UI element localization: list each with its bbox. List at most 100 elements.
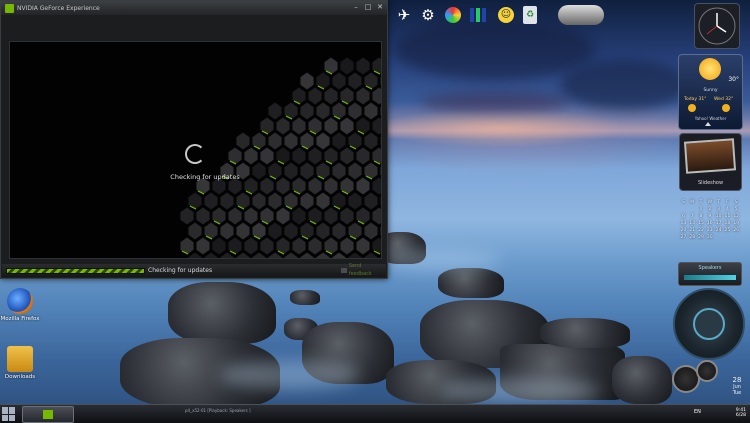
calendar-day[interactable]: 12 [732,213,741,220]
maximize-button[interactable]: □ [363,3,373,12]
progress-bar [6,268,145,274]
taskbar-nvidia-button[interactable] [22,406,74,423]
calendar-day[interactable]: 4 [723,206,732,213]
calendar-header: SMTWTFS [679,199,741,206]
weather-gadget[interactable]: 30° Sunny Today 31° Wed 32° Yahoo! Weath… [678,54,743,130]
calendar-day[interactable]: 26 [732,227,741,234]
calendar-day[interactable]: 5 [732,206,741,213]
calendar-day[interactable]: 22 [697,227,706,234]
calendar-day[interactable]: 2 [705,206,714,213]
start-button[interactable] [2,407,16,421]
media-icon[interactable] [441,3,465,27]
window-title: NVIDIA GeForce Experience [17,4,100,12]
calendar-day[interactable]: 28 [688,234,697,241]
slideshow-image [683,138,737,174]
calendar-day[interactable]: 11 [723,213,732,220]
remote-icon[interactable] [556,3,606,27]
minimize-button[interactable]: – [351,3,361,12]
weather-temperature: 30° [728,76,739,83]
calendar-day[interactable]: 3 [714,206,723,213]
chart-icon[interactable] [466,3,490,27]
calendar-weekday-header: T [699,200,703,205]
calendar-day[interactable]: 29 [697,234,706,241]
loading-spinner-icon [185,144,205,164]
date-weekday: Tue [732,390,742,396]
feedback-icon [341,267,347,273]
date-day: 28 [732,376,742,384]
calendar-day[interactable]: 9 [705,213,714,220]
title-bar[interactable]: NVIDIA GeForce Experience – □ ✕ [1,1,387,15]
airplane-icon[interactable]: ✈ [392,3,416,27]
smiley-icon[interactable]: ☺ [494,3,518,27]
calendar-weekday-header: M [690,200,695,205]
desktop-icon-label: Mozilla Firefox [0,316,40,322]
date-gadget: 28 Jun Tue [727,376,747,396]
status-message: Checking for updates [170,173,240,181]
calendar-day[interactable]: 18 [723,220,732,227]
forecast-day-2: Wed 32° [714,97,734,102]
calendar-weekday-header: F [726,200,729,205]
calendar-day[interactable]: 30 [705,234,714,241]
calendar-day[interactable]: 15 [697,220,706,227]
calendar-body: 1 2 3 4 5 6 7 8 9 10 11 12 13 14 15 16 17 18 19 20 21 22 23 24 2… [679,206,741,241]
radar-gadget[interactable] [673,288,745,360]
calendar-day[interactable]: 8 [697,213,706,220]
forecast-sun-icon [722,104,730,112]
forecast-day-1: Today 31° [684,97,707,102]
nvidia-logo-icon [5,3,14,13]
calendar-day[interactable]: 6 [679,213,688,220]
calendar-day [679,206,688,213]
calendar-gadget[interactable]: SMTWTFS 1 2 3 4 5 6 7 8 9 10 11 12 13 14 15 16 17 18 19 20 2… [679,199,741,249]
speakers-gadget[interactable]: Speakers [678,262,742,286]
calendar-day[interactable]: 19 [732,220,741,227]
calendar-day[interactable]: 21 [688,227,697,234]
cpu-gauge-icon[interactable] [696,360,718,382]
calendar-weekday-header: W [707,200,713,205]
calendar-day[interactable]: 25 [723,227,732,234]
calendar-day[interactable]: 7 [688,213,697,220]
taskbar-media-info: p4_x52-01 [Playback: Speakers ] [185,408,251,413]
clock-gadget[interactable] [694,3,740,49]
calendar-day [723,234,732,241]
calendar-day[interactable]: 27 [679,234,688,241]
calendar-day[interactable]: 16 [705,220,714,227]
slideshow-label: Slideshow [697,180,724,186]
speakers-label: Speakers [698,265,722,271]
calendar-day[interactable]: 23 [705,227,714,234]
calendar-week-row: 13 14 15 16 17 18 19 [679,220,741,227]
tools-icon[interactable]: ⚙ [416,3,440,27]
send-feedback-label: Send feedback [348,263,372,277]
weather-condition: Sunny [703,88,718,93]
gadget-expand-icon[interactable] [705,122,711,126]
language-indicator[interactable]: EN [694,409,701,415]
nvidia-logo-icon [43,410,53,419]
slideshow-gadget[interactable]: Slideshow [679,133,742,191]
desktop-icon-label: Downloads [4,374,36,380]
calendar-day[interactable]: 13 [679,220,688,227]
calendar-day[interactable]: 14 [688,220,697,227]
calendar-weekday-header: S [681,200,685,205]
desktop-icon-firefox[interactable]: Mozilla Firefox [0,288,40,322]
calendar-day [732,234,741,241]
nvidia-geforce-window: NVIDIA GeForce Experience – □ ✕ Checking… [0,0,388,279]
taskbar-clock[interactable]: 9:41 6/28 [710,408,746,418]
status-bar: Checking for updates Send feedback [2,263,386,277]
calendar-week-row: 12345 [679,206,741,213]
calendar-day[interactable]: 10 [714,213,723,220]
firefox-icon [7,288,33,314]
recycle-bin-icon[interactable]: ♻ [518,3,542,27]
calendar-day[interactable]: 20 [679,227,688,234]
calendar-day[interactable]: 1 [697,206,706,213]
downloads-folder-icon [7,346,33,372]
calendar-day [688,206,697,213]
calendar-day[interactable]: 24 [714,227,723,234]
calendar-weekday-header: S [734,200,738,205]
calendar-day[interactable]: 17 [714,220,723,227]
sun-icon [699,58,721,80]
radar-center-icon [693,308,725,340]
calendar-weekday-header: T [717,200,720,205]
close-button[interactable]: ✕ [375,3,385,12]
send-feedback-button[interactable]: Send feedback [341,263,385,277]
status-bar-text: Checking for updates [148,267,213,274]
desktop-icon-downloads[interactable]: Downloads [0,346,40,380]
